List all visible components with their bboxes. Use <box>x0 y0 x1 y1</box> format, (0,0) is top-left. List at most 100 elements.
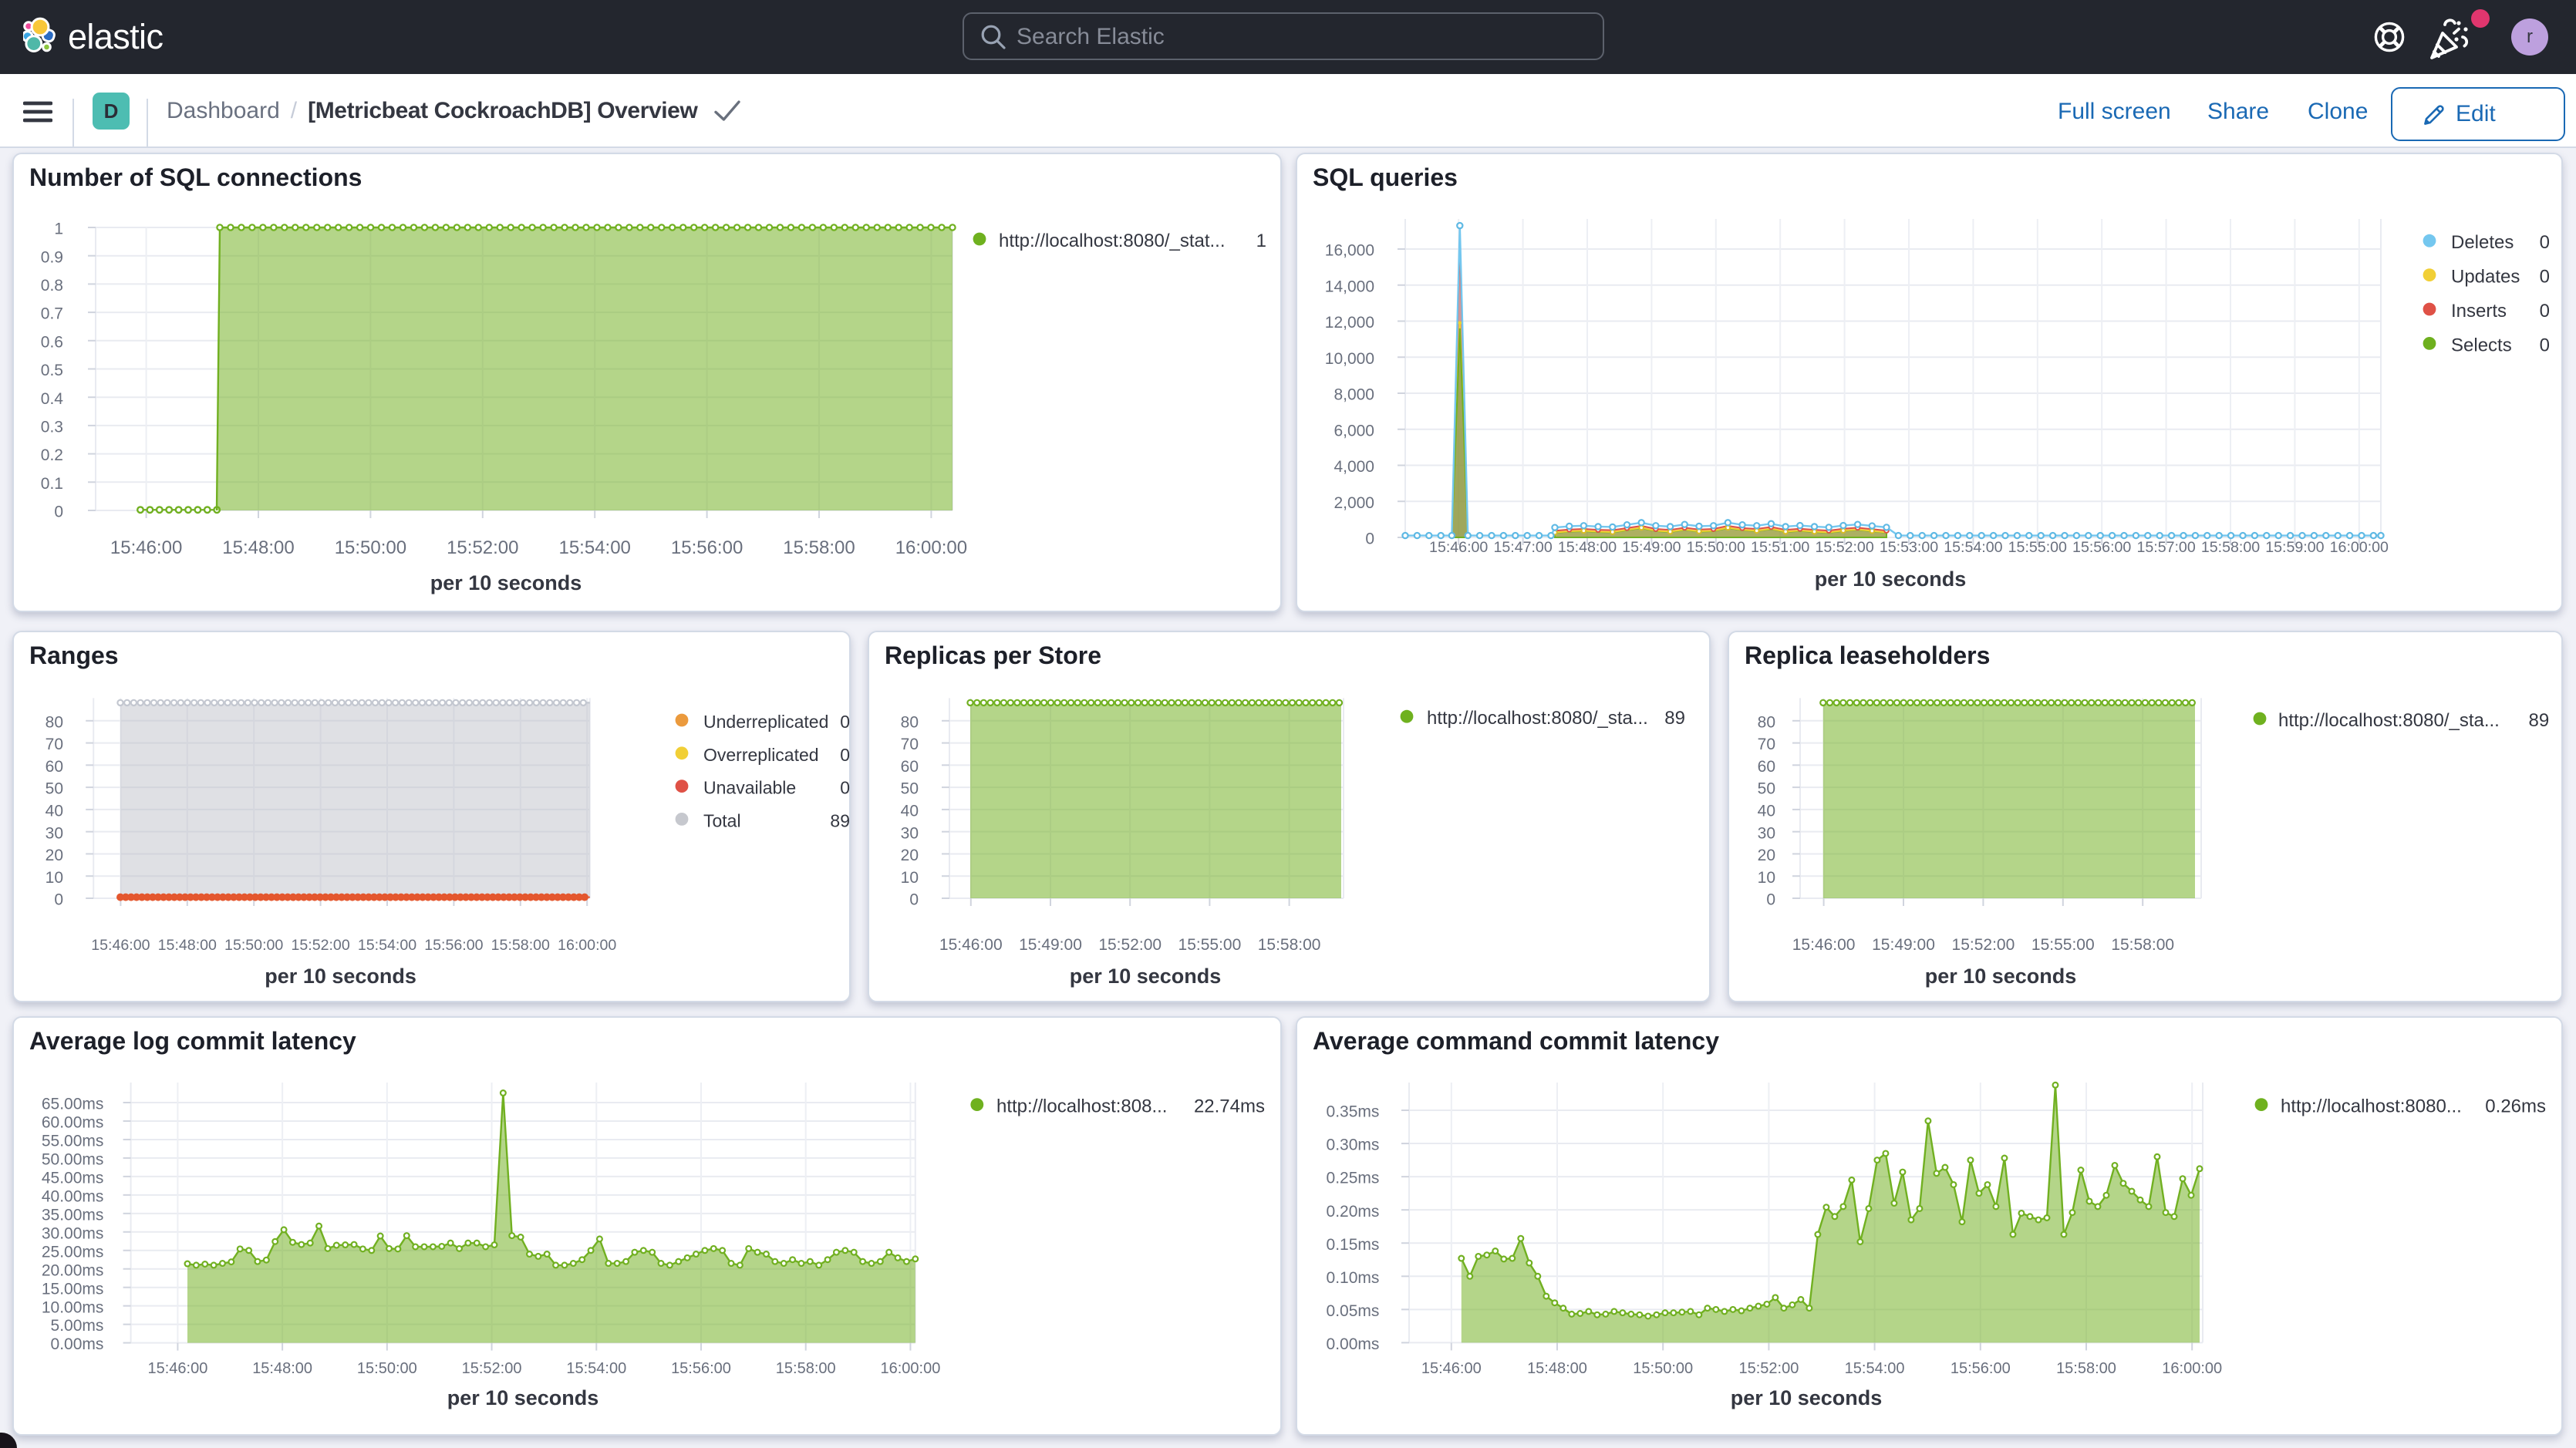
svg-text:15:52:00: 15:52:00 <box>291 937 349 954</box>
svg-text:http://localhost:8080...: http://localhost:8080... <box>2281 1096 2462 1117</box>
svg-text:0: 0 <box>2540 267 2550 288</box>
svg-text:15:50:00: 15:50:00 <box>335 537 406 558</box>
svg-text:1: 1 <box>1256 231 1266 251</box>
svg-text:per 10 seconds: per 10 seconds <box>1731 1386 1883 1409</box>
svg-text:10,000: 10,000 <box>1325 350 1374 368</box>
svg-text:15:46:00: 15:46:00 <box>147 1360 207 1377</box>
svg-text:0: 0 <box>840 745 850 765</box>
svg-text:40: 40 <box>1758 803 1775 820</box>
svg-text:15:52:00: 15:52:00 <box>462 1360 522 1377</box>
svg-text:15:54:00: 15:54:00 <box>1845 1360 1905 1377</box>
svg-text:0.5: 0.5 <box>41 362 63 379</box>
svg-text:15:48:00: 15:48:00 <box>158 937 217 954</box>
svg-text:4,000: 4,000 <box>1334 458 1374 476</box>
svg-text:0: 0 <box>840 712 850 732</box>
svg-text:12,000: 12,000 <box>1325 314 1374 332</box>
svg-text:1: 1 <box>54 221 63 238</box>
svg-text:0: 0 <box>1365 530 1374 548</box>
svg-text:0.30ms: 0.30ms <box>1327 1137 1380 1154</box>
svg-text:16,000: 16,000 <box>1325 242 1374 260</box>
svg-text:70: 70 <box>1758 736 1775 753</box>
svg-text:Deletes: Deletes <box>2451 232 2514 253</box>
svg-text:15:46:00: 15:46:00 <box>91 937 150 954</box>
svg-text:Updates: Updates <box>2451 267 2520 288</box>
svg-text:10: 10 <box>46 869 63 887</box>
svg-text:0.20ms: 0.20ms <box>1327 1203 1380 1221</box>
svg-text:per 10 seconds: per 10 seconds <box>265 965 416 988</box>
svg-text:15:56:00: 15:56:00 <box>2072 539 2131 556</box>
svg-text:89: 89 <box>1664 708 1685 729</box>
svg-text:0.00ms: 0.00ms <box>51 1335 104 1353</box>
svg-text:0: 0 <box>2540 335 2550 355</box>
svg-text:15:46:00: 15:46:00 <box>939 936 1003 954</box>
svg-text:15:58:00: 15:58:00 <box>783 537 855 558</box>
svg-text:Inserts: Inserts <box>2451 301 2507 322</box>
svg-text:15:55:00: 15:55:00 <box>2008 539 2067 556</box>
svg-text:6,000: 6,000 <box>1334 422 1374 439</box>
svg-text:15:50:00: 15:50:00 <box>357 1360 417 1377</box>
svg-text:15:52:00: 15:52:00 <box>1952 936 2015 954</box>
svg-text:0.00ms: 0.00ms <box>1327 1335 1380 1353</box>
svg-text:60: 60 <box>1758 758 1775 776</box>
svg-text:15:58:00: 15:58:00 <box>776 1360 836 1377</box>
svg-text:Unavailable: Unavailable <box>703 778 796 798</box>
svg-text:per 10 seconds: per 10 seconds <box>1925 965 2077 988</box>
svg-text:16:00:00: 16:00:00 <box>558 937 616 954</box>
svg-text:0.2: 0.2 <box>41 446 63 464</box>
svg-text:0.6: 0.6 <box>41 333 63 351</box>
svg-text:10: 10 <box>1758 869 1775 887</box>
svg-text:15:48:00: 15:48:00 <box>222 537 294 558</box>
svg-text:2,000: 2,000 <box>1334 494 1374 512</box>
svg-text:16:00:00: 16:00:00 <box>881 1360 941 1377</box>
svg-text:0.3: 0.3 <box>41 419 63 436</box>
svg-text:15:46:00: 15:46:00 <box>1421 1360 1482 1377</box>
svg-text:30: 30 <box>1758 824 1775 842</box>
svg-text:50.00ms: 50.00ms <box>42 1151 104 1169</box>
svg-text:40.00ms: 40.00ms <box>42 1187 104 1205</box>
svg-text:http://localhost:808...: http://localhost:808... <box>996 1096 1167 1117</box>
svg-text:20: 20 <box>901 847 919 864</box>
svg-text:15:58:00: 15:58:00 <box>491 937 550 954</box>
svg-text:0.25ms: 0.25ms <box>1327 1170 1380 1187</box>
svg-text:35.00ms: 35.00ms <box>42 1206 104 1224</box>
svg-text:60: 60 <box>901 758 919 776</box>
svg-text:55.00ms: 55.00ms <box>42 1133 104 1150</box>
svg-text:40: 40 <box>46 803 63 820</box>
svg-text:10: 10 <box>901 869 919 887</box>
svg-text:15:52:00: 15:52:00 <box>447 537 518 558</box>
svg-text:15:57:00: 15:57:00 <box>2136 539 2195 556</box>
svg-text:15:49:00: 15:49:00 <box>1622 539 1681 556</box>
svg-text:0.15ms: 0.15ms <box>1327 1236 1380 1254</box>
svg-text:20: 20 <box>46 847 63 864</box>
svg-text:15:48:00: 15:48:00 <box>1527 1360 1587 1377</box>
svg-text:15:50:00: 15:50:00 <box>1687 539 1745 556</box>
svg-text:89: 89 <box>2528 710 2549 731</box>
svg-text:Selects: Selects <box>2451 335 2512 355</box>
svg-text:15:47:00: 15:47:00 <box>1493 539 1552 556</box>
svg-text:80: 80 <box>901 713 919 731</box>
svg-text:16:00:00: 16:00:00 <box>895 537 967 558</box>
svg-text:Total: Total <box>703 810 741 830</box>
svg-text:per 10 seconds: per 10 seconds <box>1070 965 1222 988</box>
svg-text:15:50:00: 15:50:00 <box>1633 1360 1693 1377</box>
svg-text:15:52:00: 15:52:00 <box>1815 539 1873 556</box>
svg-text:0.9: 0.9 <box>41 248 63 266</box>
svg-text:15:46:00: 15:46:00 <box>1792 936 1856 954</box>
svg-text:15:58:00: 15:58:00 <box>2201 539 2260 556</box>
svg-text:0: 0 <box>2540 301 2550 322</box>
svg-text:15:46:00: 15:46:00 <box>1429 539 1488 556</box>
svg-text:Overreplicated: Overreplicated <box>703 745 819 765</box>
svg-text:0: 0 <box>909 891 919 909</box>
svg-text:15:49:00: 15:49:00 <box>1872 936 1935 954</box>
svg-text:80: 80 <box>46 713 63 731</box>
svg-text:30.00ms: 30.00ms <box>42 1224 104 1242</box>
svg-text:16:00:00: 16:00:00 <box>2330 539 2389 556</box>
svg-text:per 10 seconds: per 10 seconds <box>430 571 582 594</box>
svg-text:15:54:00: 15:54:00 <box>1944 539 2002 556</box>
svg-text:0.10ms: 0.10ms <box>1327 1269 1380 1287</box>
svg-text:http://localhost:8080/_sta...: http://localhost:8080/_sta... <box>1427 708 1648 729</box>
svg-text:http://localhost:8080/_stat...: http://localhost:8080/_stat... <box>999 231 1226 251</box>
svg-text:15:56:00: 15:56:00 <box>671 1360 731 1377</box>
svg-text:0.8: 0.8 <box>41 277 63 295</box>
svg-text:15:51:00: 15:51:00 <box>1751 539 1809 556</box>
